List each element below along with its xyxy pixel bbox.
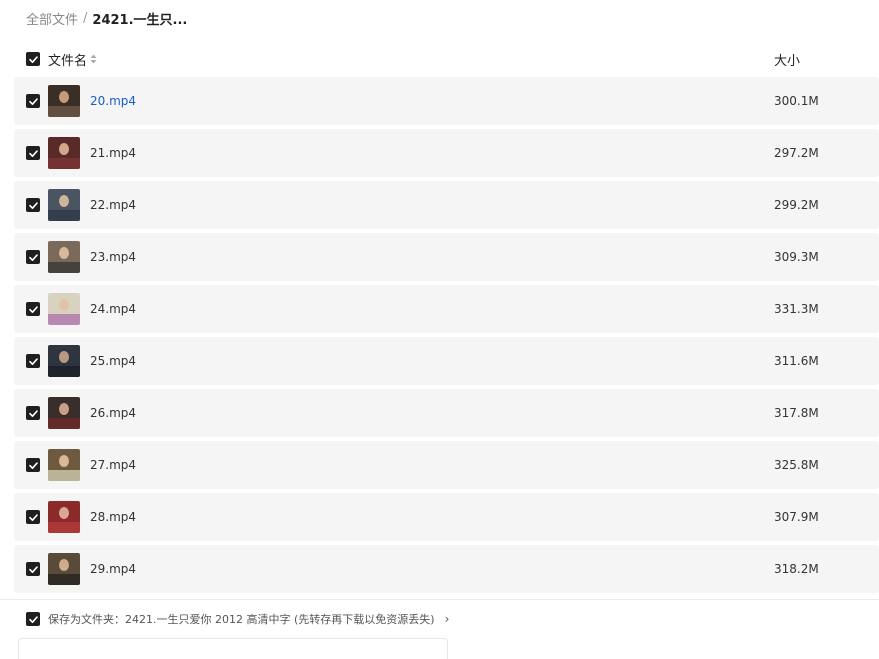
file-row[interactable]: 27.mp4 325.8M xyxy=(14,441,879,489)
thumbnail-figure xyxy=(59,559,69,571)
video-thumbnail xyxy=(48,501,80,533)
file-size: 307.9M xyxy=(774,510,819,524)
file-row[interactable]: 29.mp4 318.2M xyxy=(14,545,879,593)
file-row[interactable]: 26.mp4 317.8M xyxy=(14,389,879,437)
check-icon xyxy=(28,461,38,469)
file-row[interactable]: 20.mp4 300.1M xyxy=(14,77,879,125)
bottom-panel xyxy=(18,638,448,659)
check-icon xyxy=(28,149,38,157)
sort-icon[interactable] xyxy=(90,54,97,64)
select-all-checkbox[interactable] xyxy=(26,52,40,66)
check-icon xyxy=(28,55,38,63)
file-size: 317.8M xyxy=(774,406,819,420)
breadcrumb: 全部文件 / 2421.一生只... xyxy=(26,9,188,28)
file-size: 311.6M xyxy=(774,354,819,368)
file-size: 318.2M xyxy=(774,562,819,576)
file-checkbox[interactable] xyxy=(26,250,40,264)
thumbnail-figure xyxy=(59,507,69,519)
file-size: 297.2M xyxy=(774,146,819,160)
file-name[interactable]: 27.mp4 xyxy=(90,458,136,472)
file-row[interactable]: 22.mp4 299.2M xyxy=(14,181,879,229)
file-size: 325.8M xyxy=(774,458,819,472)
video-thumbnail xyxy=(48,397,80,429)
thumbnail-figure xyxy=(59,91,69,103)
video-thumbnail xyxy=(48,449,80,481)
thumbnail-figure xyxy=(59,195,69,207)
file-checkbox[interactable] xyxy=(26,406,40,420)
video-thumbnail xyxy=(48,189,80,221)
thumbnail-band xyxy=(48,522,80,533)
file-list-header: 文件名 大小 xyxy=(0,44,879,74)
thumbnail-band xyxy=(48,366,80,377)
thumbnail-band xyxy=(48,314,80,325)
file-size: 331.3M xyxy=(774,302,819,316)
video-thumbnail xyxy=(48,293,80,325)
file-row[interactable]: 23.mp4 309.3M xyxy=(14,233,879,281)
video-thumbnail xyxy=(48,553,80,585)
file-row[interactable]: 28.mp4 307.9M xyxy=(14,493,879,541)
file-checkbox[interactable] xyxy=(26,562,40,576)
check-icon xyxy=(28,253,38,261)
file-name[interactable]: 20.mp4 xyxy=(90,94,136,108)
file-checkbox[interactable] xyxy=(26,198,40,212)
thumbnail-band xyxy=(48,106,80,117)
file-row[interactable]: 25.mp4 311.6M xyxy=(14,337,879,385)
check-icon xyxy=(28,513,38,521)
thumbnail-figure xyxy=(59,351,69,363)
file-checkbox[interactable] xyxy=(26,458,40,472)
thumbnail-band xyxy=(48,262,80,273)
file-name[interactable]: 24.mp4 xyxy=(90,302,136,316)
save-as-folder-checkbox[interactable] xyxy=(26,612,40,626)
thumbnail-figure xyxy=(59,247,69,259)
breadcrumb-current: 2421.一生只... xyxy=(92,12,188,28)
chevron-right-icon[interactable]: › xyxy=(445,612,450,626)
file-checkbox[interactable] xyxy=(26,510,40,524)
save-folder-label: 保存为文件夹：2421.一生只爱你 2012 高清中字 (先转存再下载以免资源丢… xyxy=(48,613,435,626)
check-icon xyxy=(28,201,38,209)
thumbnail-figure xyxy=(59,143,69,155)
file-name[interactable]: 29.mp4 xyxy=(90,562,136,576)
thumbnail-band xyxy=(48,418,80,429)
check-icon xyxy=(28,615,38,623)
file-checkbox[interactable] xyxy=(26,302,40,316)
check-icon xyxy=(28,305,38,313)
check-icon xyxy=(28,409,38,417)
file-size: 299.2M xyxy=(774,198,819,212)
file-size: 309.3M xyxy=(774,250,819,264)
file-name[interactable]: 25.mp4 xyxy=(90,354,136,368)
file-checkbox[interactable] xyxy=(26,94,40,108)
breadcrumb-separator: / xyxy=(83,10,88,26)
column-header-name[interactable]: 文件名 xyxy=(48,50,87,69)
file-name[interactable]: 21.mp4 xyxy=(90,146,136,160)
file-checkbox[interactable] xyxy=(26,146,40,160)
save-folder-bar: 保存为文件夹：2421.一生只爱你 2012 高清中字 (先转存再下载以免资源丢… xyxy=(0,599,879,638)
thumbnail-figure xyxy=(59,455,69,467)
breadcrumb-root-link[interactable]: 全部文件 xyxy=(26,9,78,28)
thumbnail-band xyxy=(48,158,80,169)
thumbnail-band xyxy=(48,574,80,585)
check-icon xyxy=(28,97,38,105)
file-size: 300.1M xyxy=(774,94,819,108)
file-row[interactable]: 21.mp4 297.2M xyxy=(14,129,879,177)
video-thumbnail xyxy=(48,85,80,117)
thumbnail-figure xyxy=(59,299,69,311)
file-name[interactable]: 23.mp4 xyxy=(90,250,136,264)
thumbnail-figure xyxy=(59,403,69,415)
file-name[interactable]: 26.mp4 xyxy=(90,406,136,420)
file-name[interactable]: 22.mp4 xyxy=(90,198,136,212)
video-thumbnail xyxy=(48,241,80,273)
video-thumbnail xyxy=(48,137,80,169)
file-row[interactable]: 24.mp4 331.3M xyxy=(14,285,879,333)
file-list: 20.mp4 300.1M 21.mp4 297.2M 22.mp4 299.2… xyxy=(14,77,879,597)
file-name[interactable]: 28.mp4 xyxy=(90,510,136,524)
thumbnail-band xyxy=(48,210,80,221)
check-icon xyxy=(28,357,38,365)
check-icon xyxy=(28,565,38,573)
file-checkbox[interactable] xyxy=(26,354,40,368)
video-thumbnail xyxy=(48,345,80,377)
thumbnail-band xyxy=(48,470,80,481)
column-header-size[interactable]: 大小 xyxy=(774,50,800,69)
